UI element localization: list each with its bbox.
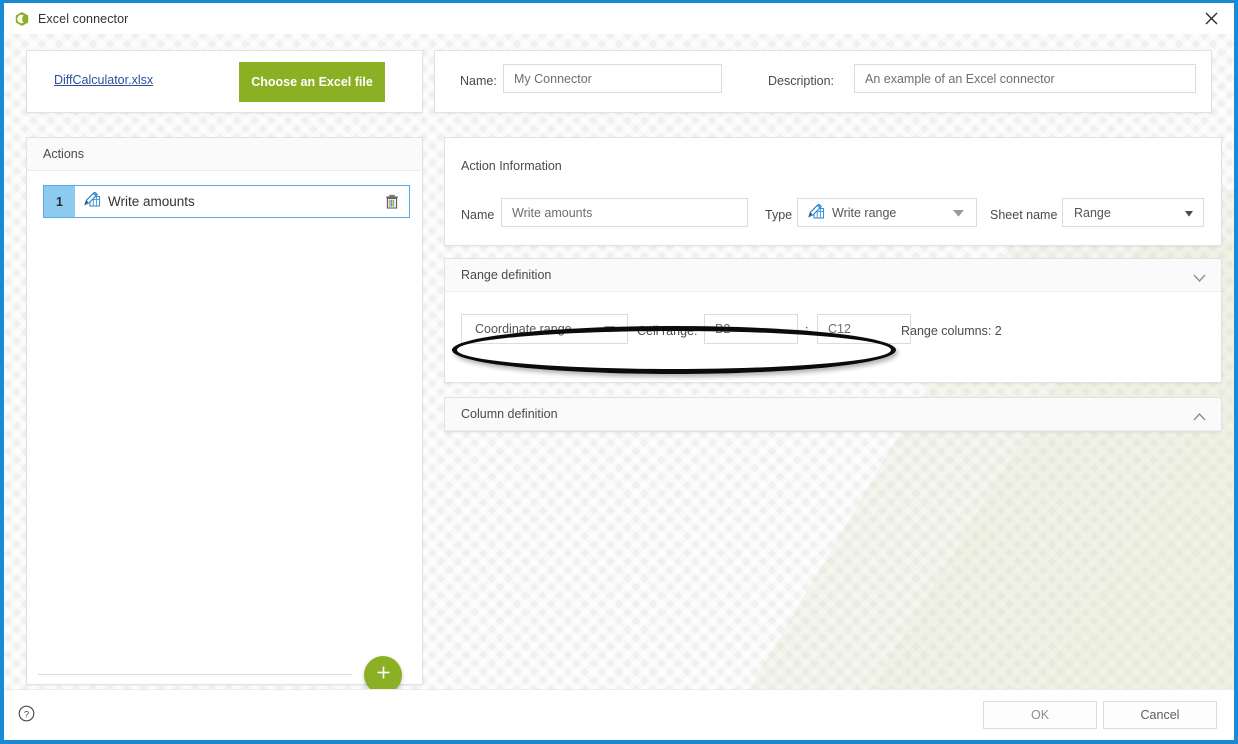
excel-connector-icon bbox=[14, 11, 30, 27]
actions-panel-header: Actions bbox=[27, 138, 422, 171]
column-definition-title: Column definition bbox=[461, 407, 558, 421]
range-type-dropdown[interactable]: Coordinate range bbox=[461, 314, 628, 344]
plus-icon bbox=[375, 664, 392, 686]
action-type-value: Write range bbox=[832, 206, 896, 220]
actions-panel: Actions 1 bbox=[26, 137, 423, 685]
sheet-name-label: Sheet name bbox=[990, 208, 1057, 222]
trash-icon[interactable] bbox=[375, 186, 409, 217]
connector-name-input[interactable] bbox=[503, 64, 722, 93]
file-card: DiffCalculator.xlsx Choose an Excel file bbox=[26, 50, 423, 113]
connector-description-label: Description: bbox=[768, 74, 834, 88]
action-list-item[interactable]: 1 Write amounts bbox=[43, 185, 410, 218]
svg-text:?: ? bbox=[24, 709, 29, 720]
ok-button[interactable]: OK bbox=[983, 701, 1097, 729]
sheet-name-value: Range bbox=[1074, 206, 1111, 220]
cell-range-label: Cell range: bbox=[637, 324, 697, 338]
column-definition-header[interactable]: Column definition bbox=[445, 398, 1221, 431]
connector-meta-card: Name: Description: bbox=[434, 50, 1212, 113]
range-definition-header[interactable]: Range definition bbox=[445, 259, 1221, 292]
title-bar: Excel connector bbox=[4, 3, 1234, 34]
cell-range-separator: : bbox=[805, 323, 808, 337]
chevron-down-icon bbox=[1185, 206, 1193, 220]
close-icon[interactable] bbox=[1189, 3, 1234, 34]
range-type-value: Coordinate range bbox=[475, 322, 572, 336]
action-type-label: Type bbox=[765, 208, 792, 222]
choose-excel-file-button[interactable]: Choose an Excel file bbox=[239, 62, 385, 102]
connector-description-input[interactable] bbox=[854, 64, 1196, 93]
chevron-down-icon[interactable] bbox=[1193, 270, 1206, 288]
actions-divider bbox=[38, 674, 352, 675]
range-columns-text: Range columns: 2 bbox=[901, 324, 1002, 338]
window-title: Excel connector bbox=[38, 12, 128, 26]
action-item-label: Write amounts bbox=[108, 194, 195, 209]
connector-name-label: Name: bbox=[460, 74, 497, 88]
write-range-icon bbox=[84, 192, 101, 212]
chevron-down-icon bbox=[604, 322, 615, 336]
action-type-dropdown[interactable]: Write range bbox=[797, 198, 977, 227]
actions-panel-title: Actions bbox=[43, 147, 84, 161]
action-item-body[interactable]: Write amounts bbox=[75, 186, 375, 217]
help-icon[interactable]: ? bbox=[18, 705, 35, 727]
excel-file-link[interactable]: DiffCalculator.xlsx bbox=[54, 73, 153, 87]
chevron-down-icon bbox=[953, 206, 964, 220]
action-information-card: Action Information Name Type Writ bbox=[444, 137, 1222, 246]
action-index-badge: 1 bbox=[44, 186, 75, 217]
range-definition-card: Range definition Coordinate range Cell r… bbox=[444, 258, 1222, 383]
add-action-button[interactable] bbox=[364, 656, 402, 689]
excel-connector-dialog: Excel connector DiffCalculator.xlsx Choo… bbox=[0, 0, 1238, 744]
action-information-title: Action Information bbox=[461, 159, 562, 173]
range-definition-title: Range definition bbox=[461, 268, 551, 282]
action-name-label: Name bbox=[461, 208, 494, 222]
dialog-body: DiffCalculator.xlsx Choose an Excel file… bbox=[4, 34, 1234, 689]
cancel-button[interactable]: Cancel bbox=[1103, 701, 1217, 729]
sheet-name-dropdown[interactable]: Range bbox=[1062, 198, 1204, 227]
cell-range-from-input[interactable] bbox=[704, 314, 798, 344]
column-definition-card: Column definition bbox=[444, 397, 1222, 432]
write-range-icon bbox=[808, 204, 825, 222]
dialog-footer: ? OK Cancel bbox=[4, 689, 1234, 740]
chevron-up-icon[interactable] bbox=[1193, 409, 1206, 427]
action-name-input[interactable] bbox=[501, 198, 748, 227]
cell-range-to-input[interactable] bbox=[817, 314, 911, 344]
